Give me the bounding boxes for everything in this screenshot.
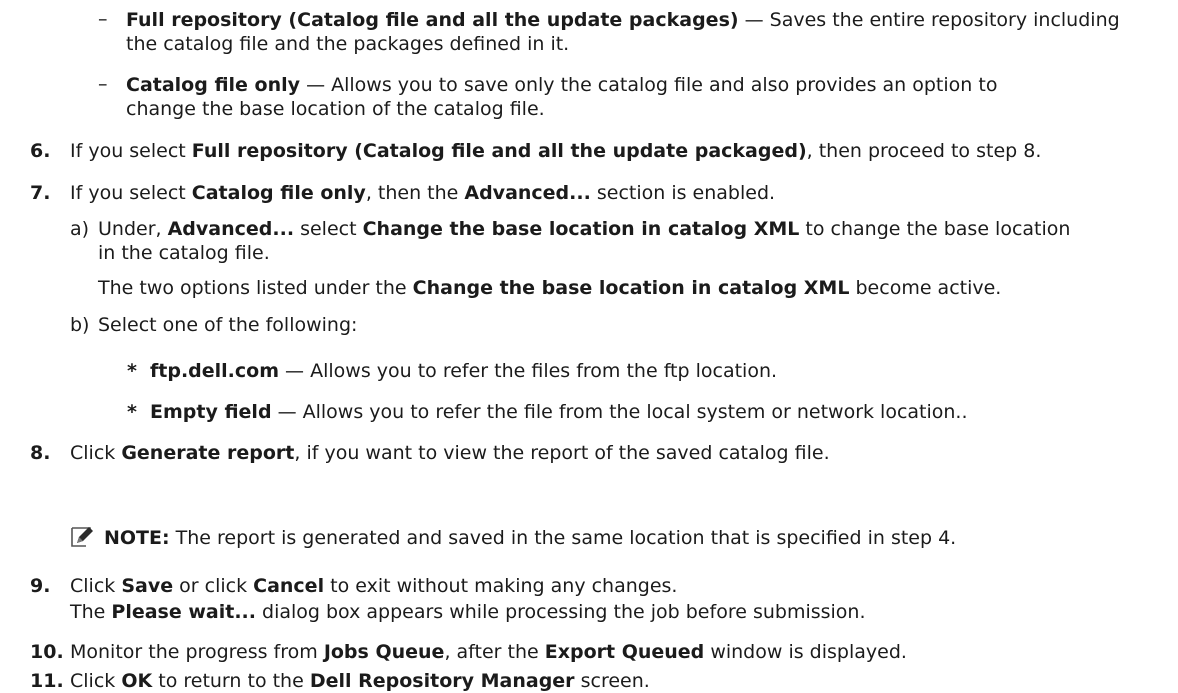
step-8: Click Generate report, if you want to vi… (70, 442, 830, 464)
step-6: If you select Full repository (Catalog f… (70, 140, 1042, 162)
option-full-repository: Full repository (Catalog file and all th… (126, 9, 1120, 31)
substep-label: b) (70, 314, 90, 336)
star-bullet: * (127, 360, 137, 382)
option-catalog-only-cont: change the base location of the catalog … (126, 98, 545, 120)
pencil-icon (71, 527, 93, 547)
step-7: If you select Catalog file only, then th… (70, 182, 776, 204)
step-10: Monitor the progress from Jobs Queue, af… (70, 641, 907, 663)
step-9: Click Save or click Cancel to exit witho… (70, 575, 678, 597)
step-7a: Under, Advanced... select Change the bas… (98, 218, 1071, 240)
document-page: – Full repository (Catalog file and all … (0, 0, 1178, 693)
option-empty-field: Empty field — Allows you to refer the fi… (150, 401, 968, 423)
step-7a-cont: in the catalog file. (98, 242, 270, 264)
substep-label: a) (70, 218, 90, 240)
step-9-result: The Please wait... dialog box appears wh… (70, 601, 866, 623)
option-ftp: ftp.dell.com — Allows you to refer the f… (150, 360, 778, 382)
step-11: Click OK to return to the Dell Repositor… (70, 670, 650, 692)
option-full-repository-cont: the catalog file and the packages define… (126, 33, 570, 55)
star-bullet: * (127, 401, 137, 423)
dash-bullet: – (98, 73, 108, 95)
option-catalog-only: Catalog file only — Allows you to save o… (126, 74, 998, 96)
note-text: NOTE: The report is generated and saved … (104, 527, 957, 549)
step-7a-result: The two options listed under the Change … (98, 277, 1002, 299)
step-7b: Select one of the following: (98, 314, 358, 336)
dash-bullet: – (98, 8, 108, 30)
